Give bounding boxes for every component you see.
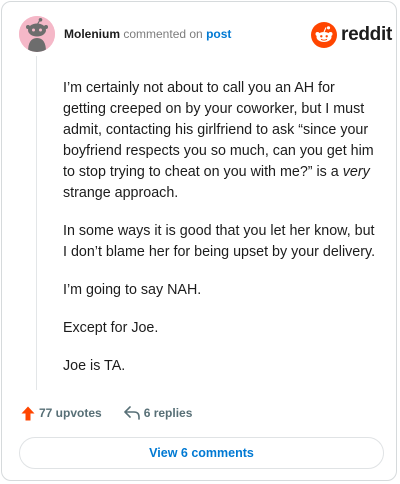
paragraph-4: Except for Joe.	[63, 320, 159, 336]
comment-card: Molenium commented on post reddit I’m ce…	[1, 1, 397, 481]
upvote-button[interactable]: 77 upvotes	[21, 406, 102, 421]
comment-body: I’m certainly not about to call you an A…	[63, 78, 381, 394]
reply-arrow-icon	[123, 406, 140, 420]
emphasis-text: very	[342, 164, 370, 180]
upvote-count: 77 upvotes	[39, 406, 102, 420]
reddit-logo[interactable]: reddit	[311, 22, 392, 48]
replies-button[interactable]: 6 replies	[123, 406, 193, 420]
comment-footer: 77 upvotes 6 replies	[21, 403, 192, 423]
view-comments-button[interactable]: View 6 comments	[19, 437, 384, 469]
reply-count: 6 replies	[143, 406, 193, 420]
snoo-avatar-icon	[19, 16, 55, 52]
reddit-wordmark: reddit	[341, 24, 392, 45]
reddit-logo-icon	[311, 22, 337, 48]
action-text: commented on	[123, 27, 203, 41]
comment-header: Molenium commented on post	[64, 27, 231, 41]
author-name[interactable]: Molenium	[64, 27, 120, 41]
avatar[interactable]	[19, 16, 55, 52]
post-link[interactable]: post	[206, 27, 231, 41]
paragraph-5: Joe is TA.	[63, 358, 126, 374]
paragraph-2: In some ways it is good that you let her…	[63, 223, 376, 260]
paragraph-1: I’m certainly not about to call you an A…	[63, 80, 374, 201]
upvote-arrow-icon	[21, 406, 35, 420]
paragraph-3: I’m going to say NAH.	[63, 282, 202, 298]
thread-line	[36, 56, 37, 390]
